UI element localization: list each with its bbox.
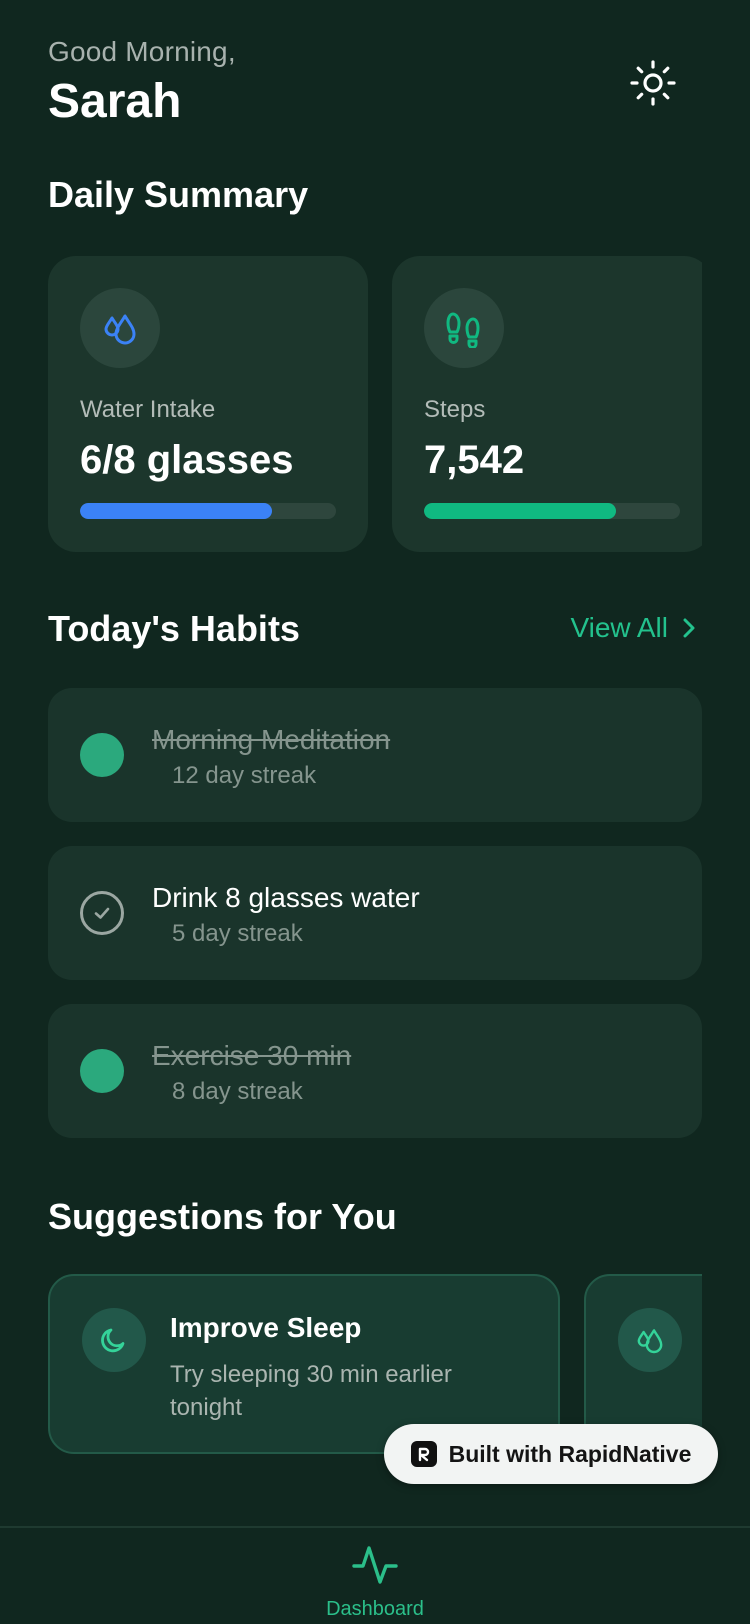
footsteps-icon — [446, 312, 480, 348]
steps-label: Steps — [424, 396, 486, 423]
water-progress-fill — [80, 503, 272, 519]
habit-name: Morning Meditation — [152, 724, 391, 755]
view-all-button[interactable]: View All — [570, 612, 698, 644]
check-icon — [94, 907, 110, 919]
habit-card-exercise[interactable]: Exercise 30 min 8 day streak — [48, 1004, 702, 1138]
user-name: Sarah — [48, 75, 182, 128]
suggestion-description: Try sleeping 30 min earlier tonight — [170, 1361, 452, 1421]
app-root: Good Morning, Sarah Daily Summary Water … — [0, 0, 750, 1624]
moon-icon — [101, 1328, 125, 1353]
theme-toggle-button[interactable] — [628, 58, 678, 108]
view-all-label: View All — [570, 612, 668, 643]
steps-progress-track — [424, 503, 680, 519]
habit-pending-toggle[interactable] — [80, 891, 124, 935]
water-icon-circle — [80, 288, 160, 368]
tab-dashboard-label: Dashboard — [326, 1598, 424, 1620]
steps-card[interactable]: Steps 7,542 — [392, 256, 702, 552]
water-intake-card[interactable]: Water Intake 6/8 glasses — [48, 256, 368, 552]
greeting-text: Good Morning, — [48, 36, 236, 67]
water-intake-value: 6/8 glasses — [80, 438, 294, 482]
habit-streak: 5 day streak — [172, 920, 303, 947]
built-with-badge[interactable]: Built with RapidNative — [384, 1424, 718, 1484]
steps-value: 7,542 — [424, 438, 525, 482]
suggestions-title: Suggestions for You — [48, 1196, 397, 1237]
tab-dashboard[interactable]: Dashboard — [320, 1542, 430, 1624]
water-drops-icon — [637, 1329, 663, 1354]
sun-icon — [630, 60, 676, 106]
habit-completed-toggle[interactable] — [80, 733, 124, 777]
daily-summary-title: Daily Summary — [48, 174, 309, 215]
habit-card-morning-meditation[interactable]: Morning Meditation 12 day streak — [48, 688, 702, 822]
habit-streak: 8 day streak — [172, 1078, 303, 1105]
bottom-tab-bar: Dashboard — [0, 1526, 750, 1624]
habit-completed-toggle[interactable] — [80, 1049, 124, 1093]
water-progress-track — [80, 503, 336, 519]
moon-icon-circle — [82, 1308, 146, 1372]
habit-streak: 12 day streak — [172, 762, 317, 789]
water-drops-icon — [104, 314, 136, 345]
header: Good Morning, Sarah — [48, 36, 702, 136]
steps-progress-fill — [424, 503, 616, 519]
activity-pulse-icon — [352, 1546, 398, 1584]
built-with-label: Built with RapidNative — [448, 1440, 692, 1467]
summary-cards-row[interactable]: Water Intake 6/8 glasses Steps 7,542 — [48, 256, 702, 552]
chevron-right-icon — [683, 618, 695, 638]
habit-name: Exercise 30 min — [152, 1040, 352, 1071]
habit-card-drink-water[interactable]: Drink 8 glasses water 5 day streak — [48, 846, 702, 980]
habits-title: Today's Habits — [48, 608, 300, 649]
water-intake-label: Water Intake — [80, 396, 216, 423]
habit-name: Drink 8 glasses water — [152, 882, 420, 913]
steps-icon-circle — [424, 288, 504, 368]
water-icon-circle — [618, 1308, 682, 1372]
rapidnative-logo-icon — [410, 1441, 437, 1467]
suggestion-title: Improve Sleep — [170, 1312, 362, 1343]
